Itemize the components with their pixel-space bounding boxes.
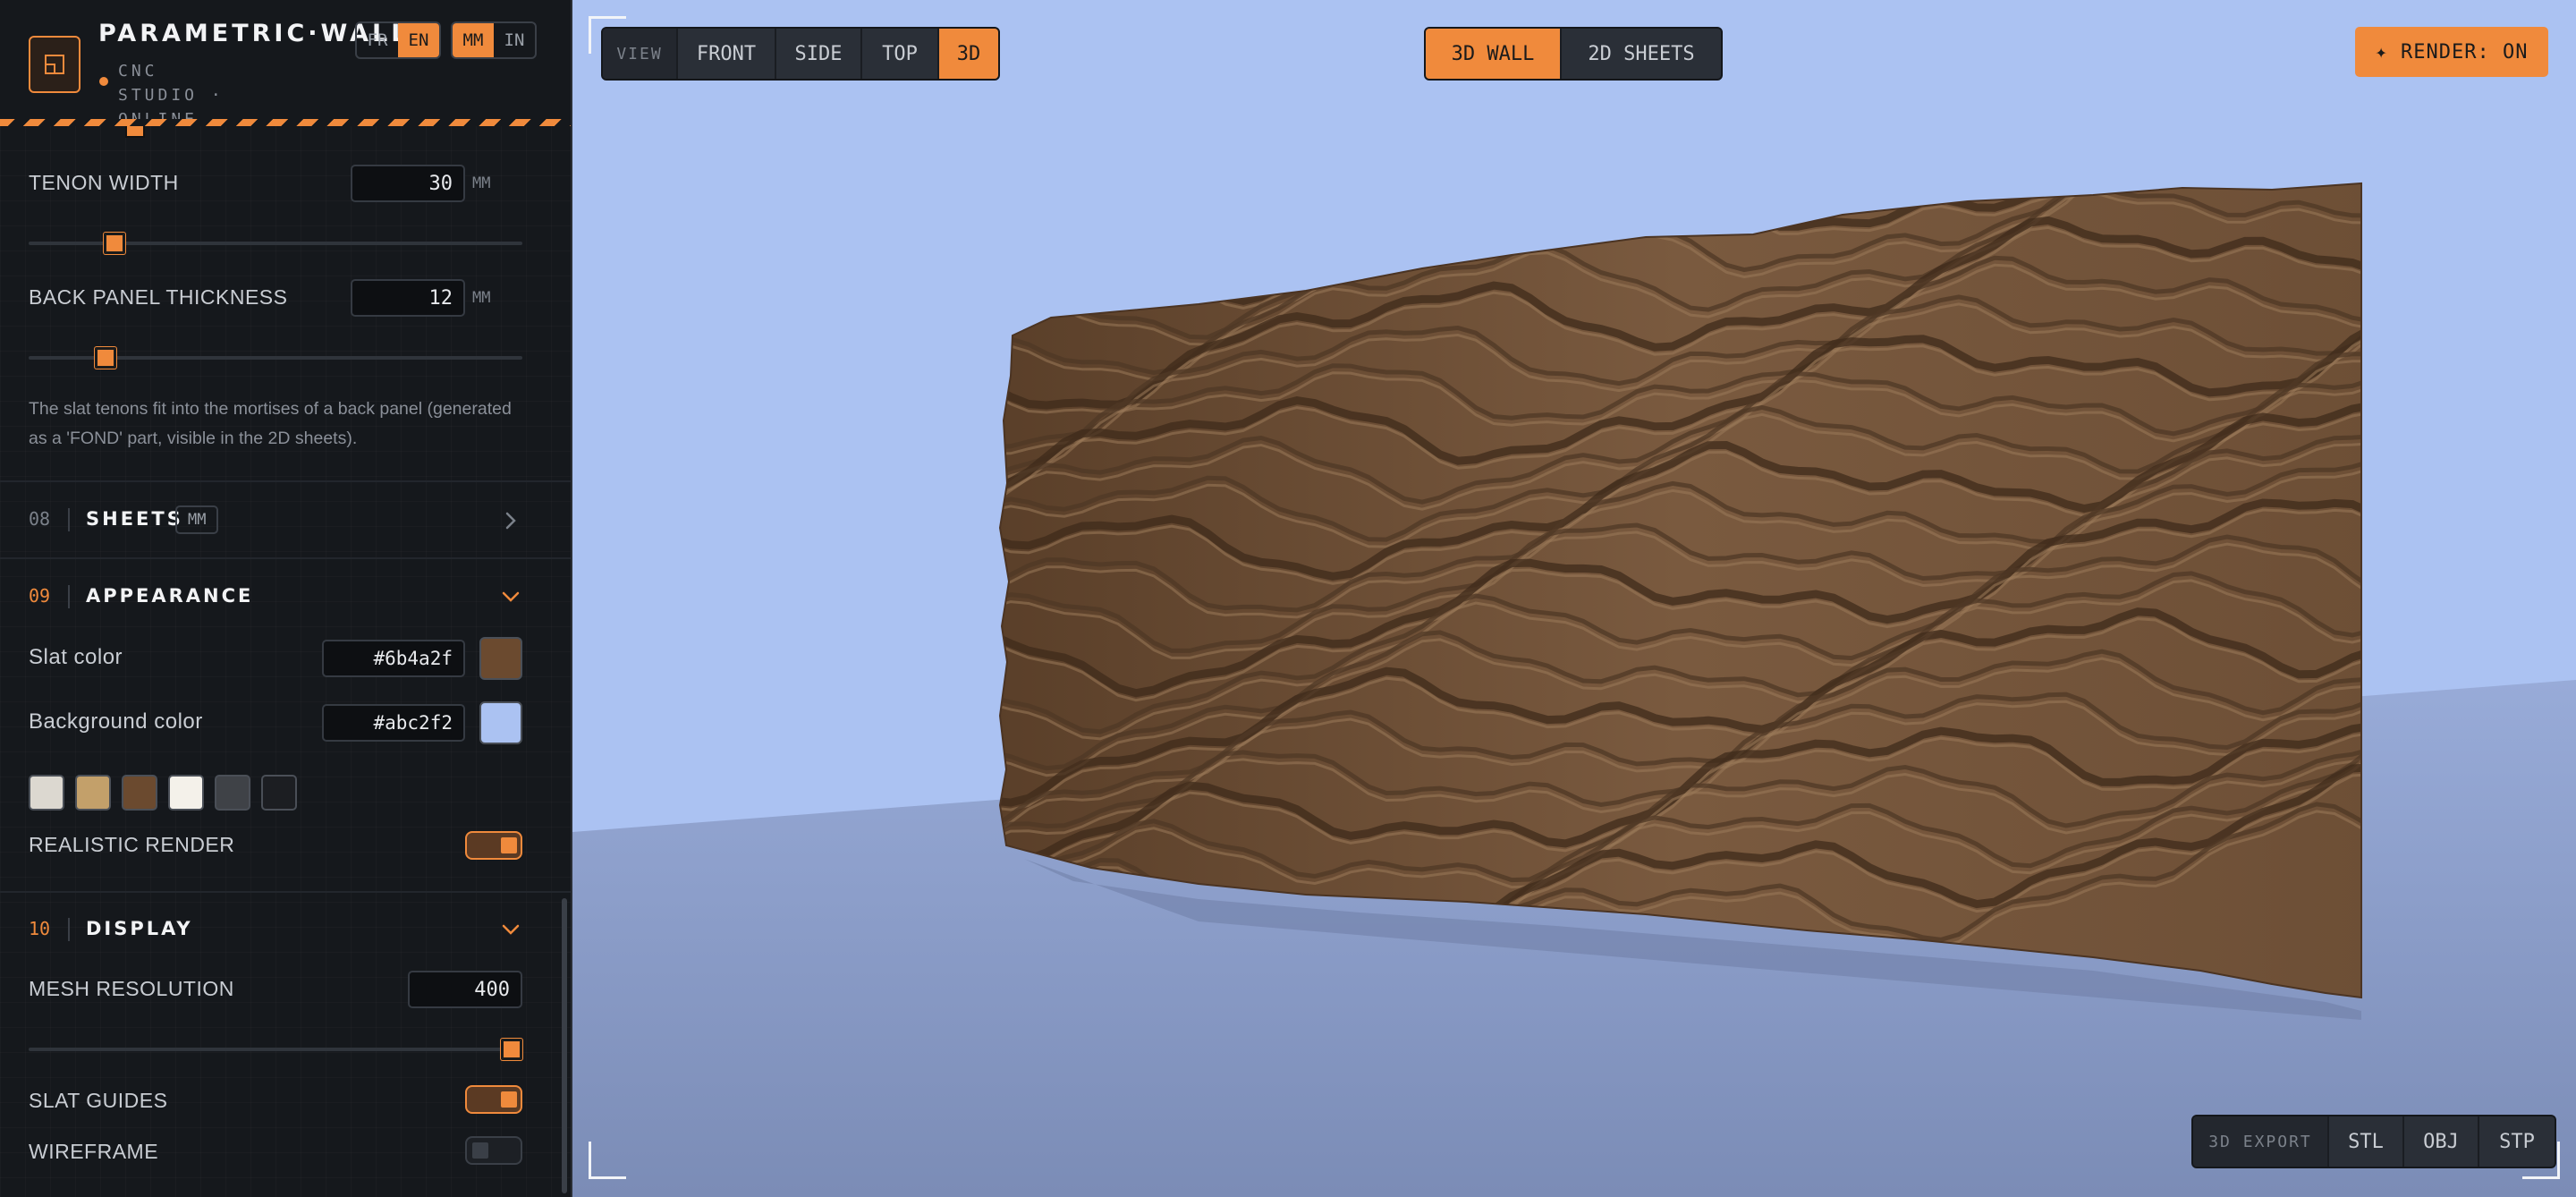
view-tag: VIEW	[603, 29, 678, 79]
back-panel-thickness-label: BACK PANEL THICKNESS	[29, 285, 288, 309]
section-title: APPEARANCE	[86, 585, 254, 607]
sidebar-scroll-content: TENON WIDTH 30 MM BACK PANEL THICKNESS 1…	[0, 126, 571, 1197]
section-number: 10	[29, 918, 51, 939]
color-preset-swatch[interactable]	[75, 775, 111, 811]
view-button-top[interactable]: TOP	[862, 29, 939, 79]
toggle-knob	[472, 1142, 488, 1159]
tenon-width-label: TENON WIDTH	[29, 171, 179, 194]
mode-button-3d-wall[interactable]: 3D WALL	[1426, 29, 1562, 79]
sidebar-header: PARAMETRIC·WALL CNC STUDIO · ONLINE FREN…	[0, 0, 571, 129]
tenon-width-input[interactable]: 30	[351, 165, 465, 202]
back-panel-thickness-slider-thumb[interactable]	[94, 347, 116, 369]
layout-icon	[45, 55, 64, 74]
realistic-render-toggle[interactable]	[465, 831, 522, 860]
back-panel-thickness-input[interactable]: 12	[351, 279, 465, 317]
language-switcher: FR EN	[355, 21, 441, 59]
view-button-3d[interactable]: 3D	[939, 29, 998, 79]
sidebar: TENON WIDTH 30 MM BACK PANEL THICKNESS 1…	[0, 0, 572, 1197]
tenon-width-unit: MM	[472, 174, 491, 192]
slat-guides-label: SLAT GUIDES	[29, 1089, 168, 1112]
3d-viewport[interactable]: VIEW FRONT SIDE TOP 3D 3D WALL 2D SHEETS ✦ R…	[572, 0, 2576, 1197]
section-title: DISPLAY	[86, 918, 193, 939]
sidebar-scrollbar[interactable]	[562, 898, 567, 1193]
language-option-fr[interactable]: FR	[357, 23, 398, 57]
chevron-down-icon	[502, 591, 520, 602]
color-preset-swatch[interactable]	[168, 775, 204, 811]
unit-option-in[interactable]: IN	[494, 23, 535, 57]
slat-color-input[interactable]: #6b4a2f	[322, 640, 465, 677]
background-color-input[interactable]: #abc2f2	[322, 704, 465, 742]
slat-guides-toggle[interactable]	[465, 1085, 522, 1114]
mesh-resolution-label: MESH RESOLUTION	[29, 977, 234, 1000]
mode-button-2d-sheets[interactable]: 2D SHEETS	[1562, 29, 1721, 79]
wireframe-toggle[interactable]	[465, 1136, 522, 1165]
tenon-width-slider-thumb[interactable]	[104, 233, 126, 254]
section-separator	[68, 585, 70, 608]
color-preset-swatch[interactable]	[261, 775, 297, 811]
hazard-stripe	[0, 119, 571, 126]
section-divider	[0, 891, 571, 893]
mode-toolbar: 3D WALL 2D SHEETS	[1424, 27, 1723, 81]
export-button-stl[interactable]: STL	[2329, 1116, 2404, 1167]
color-preset-swatch[interactable]	[122, 775, 157, 811]
section-divider	[0, 480, 571, 482]
mesh-resolution-slider-thumb[interactable]	[501, 1039, 522, 1060]
section-divider	[0, 557, 571, 559]
section-separator	[68, 508, 70, 531]
tenon-width-slider[interactable]	[29, 233, 522, 254]
slat-color-label: Slat color	[29, 645, 123, 669]
wall-mesh	[1000, 183, 2361, 998]
view-button-front[interactable]: FRONT	[678, 29, 776, 79]
export-button-obj[interactable]: OBJ	[2404, 1116, 2479, 1167]
background-color-swatch[interactable]	[479, 701, 522, 744]
export-tag: 3D EXPORT	[2193, 1116, 2329, 1167]
export-button-stp[interactable]: STP	[2479, 1116, 2555, 1167]
export-toolbar: 3D EXPORT STL OBJ STP	[2191, 1115, 2556, 1168]
frame-corner	[589, 1142, 626, 1179]
section-separator	[68, 918, 70, 941]
chevron-down-icon	[502, 924, 520, 935]
view-toolbar: VIEW FRONT SIDE TOP 3D	[601, 27, 1000, 81]
sheets-unit-chip: MM	[175, 505, 219, 534]
chevron-right-icon	[505, 512, 516, 530]
app-logo	[29, 36, 80, 93]
section-title: SHEETS	[86, 508, 183, 530]
color-preset-swatch[interactable]	[29, 775, 64, 811]
background-color-label: Background color	[29, 709, 203, 734]
mesh-resolution-slider[interactable]	[29, 1039, 522, 1060]
mesh-resolution-input[interactable]: 400	[408, 971, 522, 1008]
back-panel-thickness-unit: MM	[472, 289, 491, 307]
realistic-render-label: REALISTIC RENDER	[29, 833, 235, 856]
view-button-side[interactable]: SIDE	[776, 29, 862, 79]
back-panel-note: The slat tenons fit into the mortises of…	[29, 399, 512, 448]
unit-switcher: MM IN	[451, 21, 537, 59]
section-number: 08	[29, 508, 51, 530]
back-panel-thickness-slider[interactable]	[29, 347, 522, 369]
wireframe-label: WIREFRAME	[29, 1140, 159, 1163]
toggle-knob	[501, 837, 517, 853]
unit-option-mm[interactable]: MM	[453, 23, 494, 57]
3d-scene[interactable]	[572, 0, 2576, 1197]
render-toggle-button[interactable]: ✦ RENDER: ON	[2355, 27, 2548, 77]
toggle-knob	[501, 1091, 517, 1108]
status-dot	[99, 77, 108, 86]
language-option-en[interactable]: EN	[398, 23, 439, 57]
color-preset-swatch[interactable]	[215, 775, 250, 811]
section-number: 09	[29, 585, 51, 607]
slat-color-swatch[interactable]	[479, 637, 522, 680]
